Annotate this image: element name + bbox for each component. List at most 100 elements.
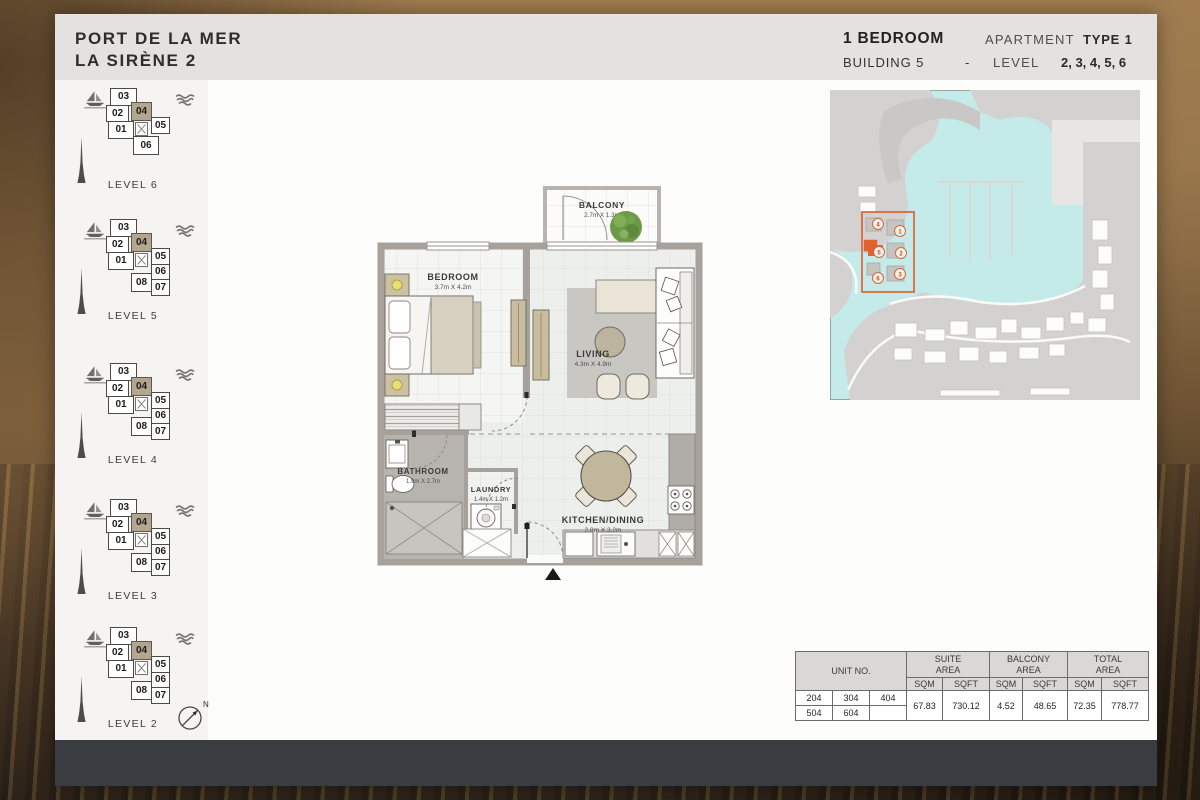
unit-box-07: 07 — [151, 279, 170, 296]
plant — [610, 211, 642, 243]
sailboat-icon — [83, 630, 107, 648]
tower-icon — [77, 137, 86, 183]
unit-box-08: 08 — [131, 681, 152, 700]
sqm-header: SQM — [1068, 678, 1102, 691]
unit-cell: 404 — [870, 691, 907, 706]
unit-box-07: 07 — [151, 559, 170, 576]
unit-cell — [870, 706, 907, 721]
entry-arrow — [545, 568, 561, 580]
unit-box-06: 06 — [133, 136, 159, 155]
lamp — [392, 280, 402, 290]
unit-cell: 504 — [796, 706, 833, 721]
total-sqm-value: 72.35 — [1068, 691, 1102, 721]
unit-box-05: 05 — [151, 656, 170, 673]
level-4-diagram: 03 02 04 01 05 06 08 07 LEVEL 4 — [75, 362, 215, 482]
unit-box-07: 07 — [151, 687, 170, 704]
sailboat-icon — [83, 222, 107, 240]
unit-box-08: 08 — [131, 273, 152, 292]
dining-table — [581, 451, 631, 501]
suite-sqm-value: 67.83 — [907, 691, 943, 721]
unit-box-05: 05 — [151, 248, 170, 265]
bed — [385, 296, 481, 374]
unit-box-01: 01 — [108, 396, 134, 414]
unit-type-title: 1 BEDROOM — [843, 30, 944, 48]
level-name: LEVEL 5 — [75, 310, 191, 322]
kitchen-sink — [597, 532, 635, 556]
unit-box-02: 02 — [106, 380, 129, 397]
unit-box-08: 08 — [131, 417, 152, 436]
balcony: BALCONY 2.7m X 1.3m — [545, 188, 659, 248]
level-name: LEVEL 6 — [75, 179, 191, 191]
unit-cell: 604 — [833, 706, 870, 721]
sailboat-icon — [83, 366, 107, 384]
dining-set — [574, 444, 637, 507]
balcony-sqm-value: 4.52 — [990, 691, 1023, 721]
kitchen-dims: 2.8m X 3.2m — [585, 527, 622, 534]
sqft-header: SQFT — [1023, 678, 1068, 691]
tower-icon — [77, 412, 86, 458]
unit-box-04-highlighted: 04 — [131, 641, 152, 660]
elevator-icon — [135, 661, 148, 675]
unit-box-04-highlighted: 04 — [131, 377, 152, 396]
pillow — [389, 337, 410, 369]
unit-box-01: 01 — [108, 532, 134, 550]
elevator-icon — [135, 253, 148, 267]
unit-box-06: 06 — [151, 264, 170, 280]
elevator-icon — [135, 533, 148, 547]
bathroom-dims: 1.9m X 2.7m — [406, 479, 440, 485]
apartment-label: APARTMENT — [985, 32, 1075, 47]
bedroom-label: BEDROOM — [427, 272, 478, 282]
laundry: LAUNDRY 1.4m X 1.2m — [468, 472, 518, 534]
unit-cell: 204 — [796, 691, 833, 706]
unit-box-02: 02 — [106, 516, 129, 533]
unit-box-04-highlighted: 04 — [131, 233, 152, 252]
total-sqft-value: 778.77 — [1102, 691, 1149, 721]
sqm-header: SQM — [907, 678, 943, 691]
bathroom-label: BATHROOM — [397, 467, 448, 476]
balcony-area-header: BALCONY AREA — [990, 652, 1068, 678]
balcony-label: BALCONY — [579, 200, 625, 210]
level-6-diagram: 03 02 04 01 05 06 LEVEL 6 — [75, 87, 215, 207]
level-name: LEVEL 3 — [75, 590, 191, 602]
sailboat-icon — [83, 91, 107, 109]
waves-icon — [175, 632, 195, 645]
tower-icon — [77, 268, 86, 314]
floor-plan: BALCONY 2.7m X 1.3m — [375, 184, 705, 586]
tower-icon — [77, 676, 86, 722]
floorplan-sheet: PORT DE LA MER LA SIRÈNE 2 1 BEDROOM APA… — [55, 14, 1157, 786]
unit-box-08: 08 — [131, 553, 152, 572]
console-table — [596, 280, 656, 313]
elevator-icon — [135, 122, 148, 136]
pillow — [389, 301, 410, 333]
separator-dash: - — [965, 55, 969, 70]
unit-no-header: UNIT NO. — [796, 652, 907, 691]
living-dims: 4.3m X 4.9m — [575, 361, 612, 368]
project-subtitle: LA SIRÈNE 2 — [75, 51, 197, 71]
laundry-label: LAUNDRY — [471, 485, 512, 494]
unit-box-01: 01 — [108, 252, 134, 270]
sailboat-icon — [83, 502, 107, 520]
apartment-type: TYPE 1 — [1083, 32, 1133, 47]
unit-cell: 304 — [833, 691, 870, 706]
sqft-header: SQFT — [943, 678, 990, 691]
level-numbers: 2, 3, 4, 5, 6 — [1061, 55, 1126, 70]
sqm-header: SQM — [990, 678, 1023, 691]
bedroom-dims: 3.7m X 4.2m — [435, 284, 472, 291]
bathroom: BATHROOM 1.9m X 2.7m — [384, 430, 464, 559]
unit-box-06: 06 — [151, 408, 170, 424]
building-label: BUILDING 5 — [843, 55, 924, 70]
level-name: LEVEL 2 — [75, 718, 191, 730]
project-title: PORT DE LA MER — [75, 29, 242, 49]
kitchen-label: KITCHEN/DINING — [562, 515, 644, 525]
waves-icon — [175, 93, 195, 106]
unit-box-05: 05 — [151, 117, 170, 134]
suite-sqft-value: 730.12 — [943, 691, 990, 721]
footer-bar — [55, 740, 1157, 786]
total-area-header: TOTAL AREA — [1068, 652, 1149, 678]
unit-box-06: 06 — [151, 544, 170, 560]
level-5-diagram: 03 02 04 01 05 06 08 07 LEVEL 5 — [75, 218, 215, 338]
pouf — [597, 374, 620, 399]
unit-box-02: 02 — [106, 644, 129, 661]
living-label: LIVING — [576, 349, 610, 359]
laundry-dims: 1.4m X 1.2m — [474, 497, 508, 503]
